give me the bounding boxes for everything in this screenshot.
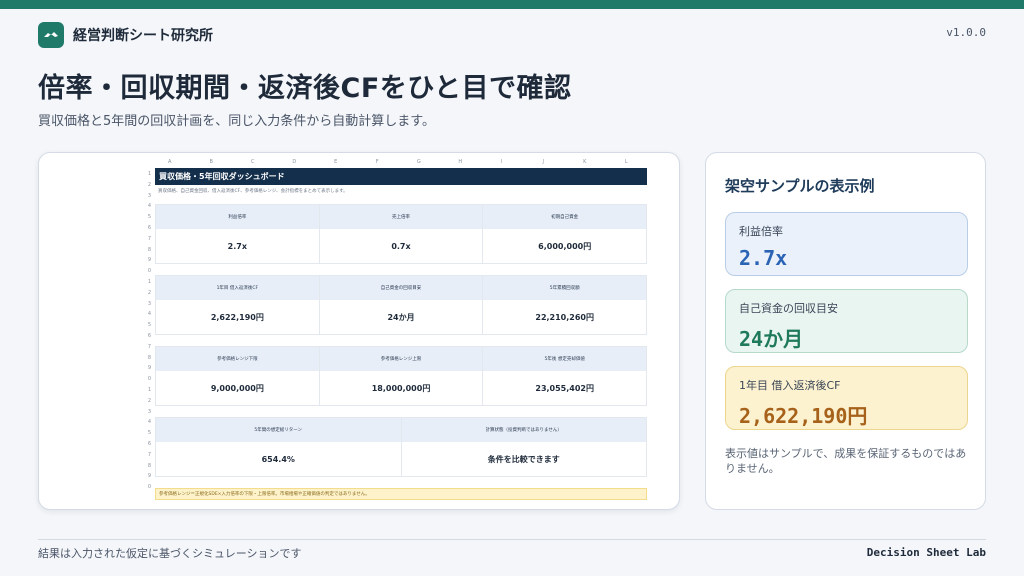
row-number: 3: [147, 408, 151, 415]
metric-value: 2.7x: [227, 241, 247, 251]
metric-label: 5年後 想定売却価値: [483, 347, 647, 371]
handshake-icon: [38, 22, 64, 48]
version-label: v1.0.0: [946, 26, 986, 39]
metric-value: 2,622,190円: [210, 312, 264, 322]
metric-value: 654.4%: [261, 454, 295, 464]
card-label: 自己資金の回収目安: [739, 302, 838, 315]
metric-cell: 5年後 想定売却価値 23,055,402円: [483, 347, 647, 405]
metric-label: 1年目 借入返済後CF: [156, 276, 319, 300]
metric-cell: 参考価格レンジ下限 9,000,000円: [156, 347, 320, 405]
row-number: 1: [147, 171, 151, 177]
row-number: 8: [147, 462, 151, 469]
metric-value: 9,000,000円: [210, 383, 264, 393]
metric-value: 条件を比較できます: [487, 454, 560, 464]
metric-label: 利益倍率: [156, 205, 319, 229]
metric-label: 参考価格レンジ上限: [319, 347, 483, 371]
card-value: 24か月: [739, 327, 804, 351]
top-accent-bar: [0, 0, 1024, 9]
row-number: 0: [147, 484, 151, 491]
page-title: 倍率・回収期間・返済後CFをひと目で確認: [38, 73, 572, 104]
row-number: 9: [147, 473, 151, 480]
sample-panel: 架空サンプルの表示例 利益倍率 2.7x 自己資金の回収目安 24か月 1年目 …: [705, 152, 986, 510]
metric-value: 0.7x: [391, 241, 411, 251]
row-number: 8: [147, 246, 151, 253]
row-number: 5: [147, 322, 151, 329]
metric-cell: 1年目 借入返済後CF 2,622,190円: [156, 276, 320, 334]
row-number: 6: [147, 224, 151, 231]
row-number: 0: [147, 376, 151, 383]
row-number: 1: [147, 386, 151, 393]
row-number: 4: [147, 419, 151, 426]
footer-note: 結果は入力された仮定に基づくシミュレーションです: [38, 547, 302, 560]
dashboard-description: 買収価格、自己資金回収、借入返済後CF、参考価格レンジ、会計指標をまとめて表示し…: [158, 189, 348, 194]
metric-cell: 自己資金の回収目安 24か月: [319, 276, 484, 334]
footer-brand: Decision Sheet Lab: [866, 546, 986, 559]
metric-cell: 参考価格レンジ上限 18,000,000円: [319, 347, 484, 405]
metric-label: 初期自己資金: [483, 205, 647, 229]
row-number: 8: [147, 354, 151, 361]
row-number: 3: [147, 300, 151, 307]
row-number: 2: [147, 289, 151, 296]
sample-title: 架空サンプルの表示例: [725, 177, 875, 195]
metric-label: 自己資金の回収目安: [319, 276, 483, 300]
row-numbers: 1 2 3 4 5 6 7 8 9 0 1 2 3 4 5 6 7 8 9 0 1 2 3 4 5 6 7 8 9 0: [143, 171, 151, 495]
row-number: 4: [147, 203, 151, 210]
payback-card: 自己資金の回収目安 24か月: [725, 289, 968, 353]
cashflow-card: 1年目 借入返済後CF 2,622,190円: [725, 366, 968, 430]
row-number: 0: [147, 268, 151, 275]
row-number: 5: [147, 214, 151, 221]
brand[interactable]: 経営判断シート研究所: [38, 22, 213, 48]
dashboard-title: 買収価格・5年回収ダッシュボード: [155, 168, 647, 185]
metric-cell: 利益倍率 2.7x: [156, 205, 320, 263]
row-number: 6: [147, 332, 151, 339]
metric-cell: 計算状態（投資判断ではありません） 条件を比較できます: [401, 418, 646, 476]
metric-label: 5年累積回収額: [483, 276, 647, 300]
metric-label: 参考価格レンジ下限: [156, 347, 319, 371]
row-number: 6: [147, 440, 151, 447]
metric-value: 6,000,000円: [538, 241, 592, 251]
row-number: 2: [147, 181, 151, 188]
row-number: 3: [147, 192, 151, 199]
metric-cell: 初期自己資金 6,000,000円: [483, 205, 647, 263]
metric-value: 22,210,260円: [535, 312, 594, 322]
card-label: 利益倍率: [739, 225, 783, 238]
metric-value: 18,000,000円: [371, 383, 431, 393]
row-number: 9: [147, 365, 151, 372]
metric-block-4: 5年間の想定総リターン 654.4% 計算状態（投資判断ではありません） 条件を比較…: [155, 417, 647, 477]
row-number: 7: [147, 235, 151, 242]
row-number: 4: [147, 311, 151, 318]
card-label: 1年目 借入返済後CF: [739, 379, 841, 392]
spreadsheet-preview: ABCDEFGHIJKL 123456789012345678901234567…: [38, 152, 680, 510]
range-note: 参考価格レンジ＝正規化SDE×入力倍率の下限・上限倍率。市場相場や正確価値の判定…: [155, 488, 647, 500]
metric-label: 5年間の想定総リターン: [156, 418, 401, 442]
metric-label: 売上倍率: [319, 205, 483, 229]
brand-name: 経営判断シート研究所: [73, 28, 213, 44]
metric-label: 計算状態（投資判断ではありません）: [401, 418, 646, 442]
dashboard-grid: 買収価格・5年回収ダッシュボード 買収価格、自己資金回収、借入返済後CF、参考価…: [155, 168, 647, 500]
row-number: 9: [147, 257, 151, 264]
row-number: 1: [147, 278, 151, 285]
profit-multiple-card: 利益倍率 2.7x: [725, 212, 968, 276]
row-number: 2: [147, 397, 151, 404]
metric-block-1: 利益倍率 2.7x 売上倍率 0.7x 初期自己資金 6,000,000円: [155, 204, 647, 264]
card-value: 2,622,190円: [739, 404, 868, 428]
metric-value: 24か月: [387, 312, 415, 322]
metric-cell: 5年間の想定総リターン 654.4%: [156, 418, 402, 476]
row-number: 5: [147, 430, 151, 437]
metric-value: 23,055,402円: [535, 383, 594, 393]
metric-cell: 5年累積回収額 22,210,260円: [483, 276, 647, 334]
page-subtitle: 買収価格と5年間の回収計画を、同じ入力条件から自動計算します。: [38, 114, 435, 129]
row-number: 7: [147, 343, 151, 350]
metric-block-3: 参考価格レンジ下限 9,000,000円 参考価格レンジ上限 18,000,000円…: [155, 346, 647, 406]
card-value: 2.7x: [739, 246, 788, 270]
metric-cell: 売上倍率 0.7x: [319, 205, 484, 263]
row-number: 7: [147, 451, 151, 458]
metric-block-2: 1年目 借入返済後CF 2,622,190円 自己資金の回収目安 24か月 5年累積…: [155, 275, 647, 335]
footer-divider: [38, 539, 986, 540]
disclaimer: 表示値はサンプルで、成果を保証するものではありません。: [725, 447, 967, 475]
